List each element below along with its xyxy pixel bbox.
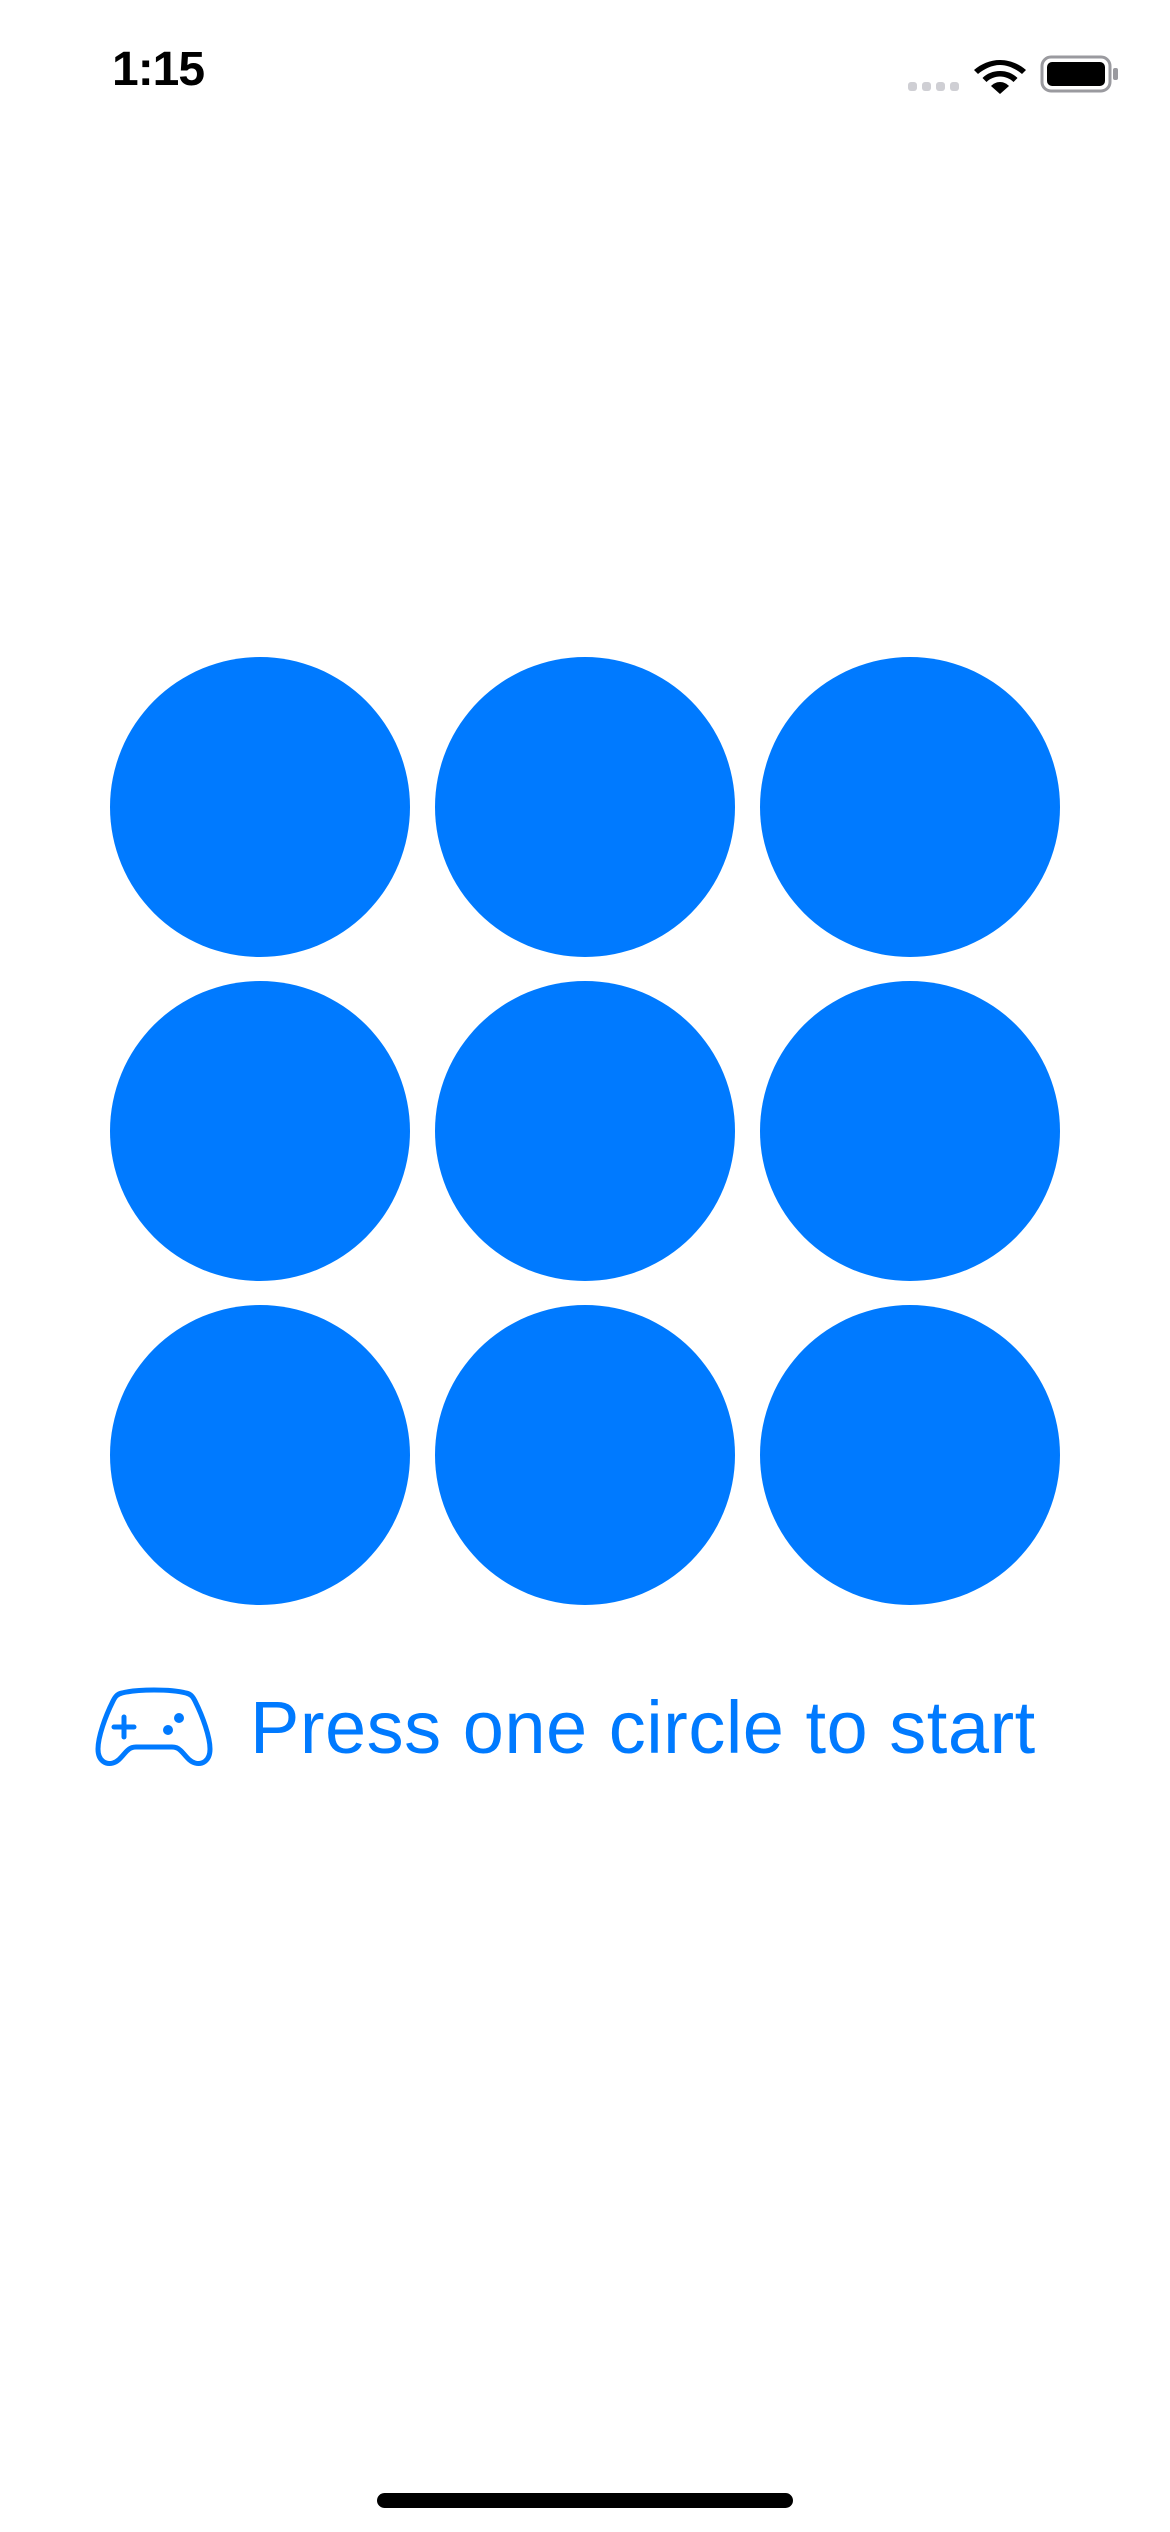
wifi-icon <box>974 60 1026 94</box>
circle-button-4[interactable] <box>110 981 410 1281</box>
status-bar: 1:15 <box>0 0 1170 150</box>
status-time: 1:15 <box>112 43 205 96</box>
prompt-text: Press one circle to start <box>250 1685 1036 1769</box>
start-prompt: Press one circle to start <box>92 1685 1036 1769</box>
circle-button-7[interactable] <box>110 1305 410 1605</box>
circle-button-3[interactable] <box>760 657 1060 957</box>
circle-button-9[interactable] <box>760 1305 1060 1605</box>
circle-button-6[interactable] <box>760 981 1060 1281</box>
cellular-signal-icon <box>908 82 959 91</box>
circle-button-8[interactable] <box>435 1305 735 1605</box>
circle-button-2[interactable] <box>435 657 735 957</box>
battery-icon <box>1040 55 1118 93</box>
circle-button-5[interactable] <box>435 981 735 1281</box>
gamecontroller-icon <box>95 1687 213 1766</box>
home-indicator[interactable] <box>377 2493 793 2508</box>
circle-grid <box>110 657 1060 1607</box>
circle-button-1[interactable] <box>110 657 410 957</box>
